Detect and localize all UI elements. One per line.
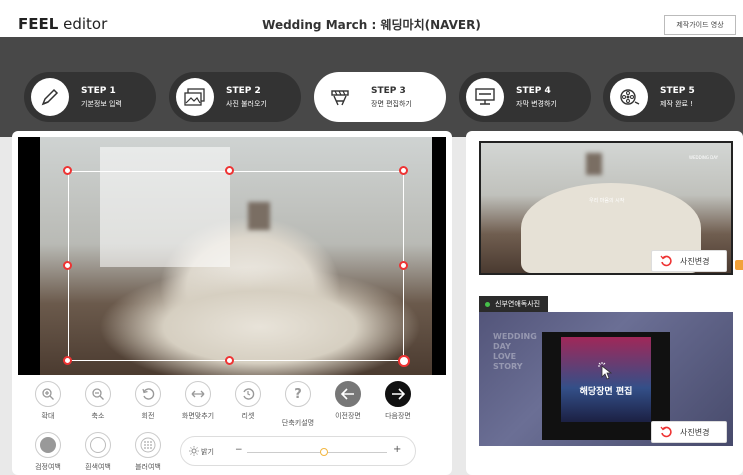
step-3-label: 장면 편집하기 (371, 99, 412, 108)
black-margin-tool[interactable]: 검정여백 (23, 432, 73, 472)
zoom-out-icon (85, 381, 111, 407)
step-3-num: STEP 3 (371, 85, 406, 96)
rotate-icon (135, 381, 161, 407)
editor-panel: 확대 축소 회전 화면맞추기 리셋 ? 단축키설명 이전장면 다음장면 검정여백… (12, 131, 452, 475)
blurred-face (586, 153, 602, 175)
crop-handle-top-left[interactable] (63, 166, 72, 175)
crop-handle-right[interactable] (399, 261, 408, 270)
refresh-icon (660, 426, 672, 438)
step-3[interactable]: STEP 3 장면 편집하기 (314, 72, 446, 122)
step-2-label: 사진 불러오기 (226, 99, 267, 108)
white-margin-label: 흰색여백 (85, 463, 111, 471)
zoom-out-label: 축소 (91, 412, 105, 420)
step-2-num: STEP 2 (226, 85, 261, 96)
blur-dots-icon (135, 432, 161, 458)
arrow-left-icon (335, 381, 361, 407)
cursor-click-icon (598, 362, 613, 380)
brightness-minus[interactable]: − (235, 445, 243, 455)
step-2[interactable]: STEP 2 사진 불러오기 (169, 72, 301, 122)
blur-margin-tool[interactable]: 블러여백 (123, 432, 173, 472)
photo-canvas[interactable] (18, 137, 446, 375)
question-icon: ? (285, 381, 311, 407)
sun-icon (189, 446, 199, 456)
scroll-tab[interactable] (735, 260, 743, 270)
white-circle-icon (85, 432, 111, 458)
next-scene-label: 다음장면 (385, 412, 411, 420)
edit-scene-title: 해당장면 편집 (579, 387, 633, 397)
shortcuts-tool[interactable]: ? 단축키설명 (273, 381, 323, 428)
brightness-plus[interactable]: + (393, 444, 401, 455)
fit-screen-tool[interactable]: 화면맞추기 (173, 381, 223, 421)
zoom-in-icon (35, 381, 61, 407)
guide-video-button[interactable]: 제작가이드 영상 (664, 15, 736, 35)
step-1-label: 기본정보 입력 (81, 99, 122, 108)
crop-box[interactable] (68, 171, 404, 361)
fit-screen-label: 화면맞추기 (181, 412, 215, 420)
reset-icon (235, 381, 261, 407)
zoom-in-tool[interactable]: 확대 (23, 381, 73, 421)
step-4[interactable]: STEP 4 자막 변경하기 (459, 72, 591, 122)
zoom-in-label: 확대 (41, 412, 55, 420)
change-photo-label-2: 사진변경 (680, 427, 710, 437)
next-scene-tool[interactable]: 다음장면 (373, 381, 423, 421)
step-1-num: STEP 1 (81, 85, 116, 96)
reset-label: 리셋 (241, 412, 255, 420)
scene-label: 신부연애독사진 (479, 296, 549, 312)
thumb1-corner-text: WEDDING DAY (689, 155, 719, 160)
crop-handle-bottom-left[interactable] (63, 356, 72, 365)
brightness-label: 밝기 (201, 448, 214, 456)
rotate-tool[interactable]: 회전 (123, 381, 173, 421)
step-1[interactable]: STEP 1 기본정보 입력 (24, 72, 156, 122)
scene-side-text: WEDDING DAY LOVE STORY (493, 332, 537, 371)
prev-scene-tool[interactable]: 이전장면 (323, 381, 373, 421)
step-5-num: STEP 5 (660, 85, 695, 96)
active-dot-icon (485, 301, 490, 307)
thumb1-caption: 우리 마음의 시작 (589, 198, 625, 204)
clapper-icon (321, 78, 359, 116)
step-5[interactable]: STEP 5 제작 완료 ! (603, 72, 735, 122)
page-title: Wedding March : 웨딩마치(NAVER) (262, 18, 481, 32)
film-reel-icon (610, 78, 648, 116)
brightness-slider-thumb[interactable] (320, 448, 328, 456)
crop-handle-top[interactable] (225, 166, 234, 175)
step-5-label: 제작 완료 ! (660, 99, 694, 108)
crop-handle-bottom[interactable] (225, 356, 234, 365)
crop-handle-bottom-right[interactable] (398, 355, 410, 367)
prev-scene-label: 이전장면 (335, 412, 361, 420)
scene-list-panel: 우리 마음의 시작 WEDDING DAY 사진변경 신부연애독사진 WEDDI… (466, 131, 743, 475)
change-photo-button-2[interactable]: 사진변경 (651, 421, 727, 443)
step-4-label: 자막 변경하기 (516, 99, 557, 108)
rotate-label: 회전 (141, 412, 155, 420)
shortcuts-label: 단축키설명 (281, 419, 315, 427)
brightness-control: 밝기 − + (180, 436, 416, 466)
reset-tool[interactable]: 리셋 (223, 381, 273, 421)
change-photo-button-1[interactable]: 사진변경 (651, 250, 727, 272)
zoom-out-tool[interactable]: 축소 (73, 381, 123, 421)
photos-icon (176, 78, 214, 116)
pen-icon (31, 78, 69, 116)
step-4-num: STEP 4 (516, 85, 551, 96)
change-photo-label-1: 사진변경 (680, 256, 710, 266)
white-margin-tool[interactable]: 흰색여백 (73, 432, 123, 472)
scene-label-text: 신부연애독사진 (495, 300, 541, 308)
black-margin-label: 검정여백 (35, 463, 61, 471)
arrow-right-icon (385, 381, 411, 407)
refresh-icon (660, 255, 672, 267)
crop-handle-top-right[interactable] (399, 166, 408, 175)
brightness-slider-track[interactable] (247, 452, 387, 453)
blur-margin-label: 블러여백 (135, 463, 161, 471)
crop-handle-left[interactable] (63, 261, 72, 270)
fit-arrows-icon (185, 381, 211, 407)
black-circle-icon (35, 432, 61, 458)
monitor-icon (466, 78, 504, 116)
